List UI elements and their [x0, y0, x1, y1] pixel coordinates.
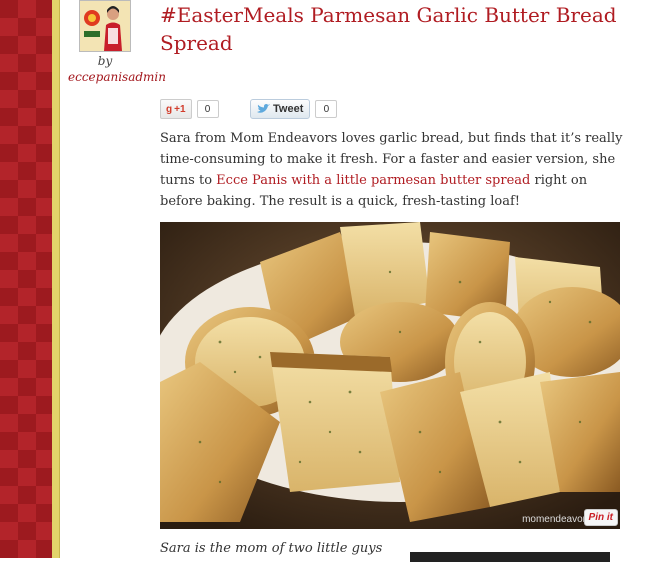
gplus-share: g +1 0	[160, 99, 219, 119]
tweet-count: 0	[315, 100, 338, 118]
side-gold-stripe	[52, 0, 60, 558]
gplus-icon: g	[166, 103, 173, 115]
by-label: by	[97, 54, 113, 68]
product-link[interactable]: Ecce Panis with a little parmesan butter…	[216, 173, 530, 188]
gplus-button[interactable]: g +1	[160, 99, 192, 119]
post-intro: Sara from Mom Endeavors loves garlic bre…	[160, 128, 630, 212]
author-avatar[interactable]	[79, 0, 131, 52]
tweet-button[interactable]: Tweet	[250, 99, 311, 119]
garlic-bread-image	[160, 222, 620, 529]
twitter-bird-icon	[257, 104, 270, 113]
photo-watermark: momendeavor	[522, 514, 586, 525]
next-image-edge	[410, 552, 610, 562]
gplus-count: 0	[196, 100, 219, 118]
author-link[interactable]: eccepanisadmin	[68, 70, 166, 84]
tweet-share: Tweet 0	[250, 99, 338, 119]
avatar-image	[80, 1, 130, 51]
gplus-label: +1	[174, 103, 186, 115]
side-pattern	[0, 0, 52, 558]
tweet-label: Tweet	[273, 103, 304, 115]
pin-it-button[interactable]: Pin it	[583, 509, 618, 526]
post-title[interactable]: #EasterMeals Parmesan Garlic Butter Brea…	[160, 1, 630, 57]
post-caption: Sara is the mom of two little guys	[160, 541, 383, 556]
post-photo[interactable]: momendeavor Pin it	[160, 222, 620, 529]
